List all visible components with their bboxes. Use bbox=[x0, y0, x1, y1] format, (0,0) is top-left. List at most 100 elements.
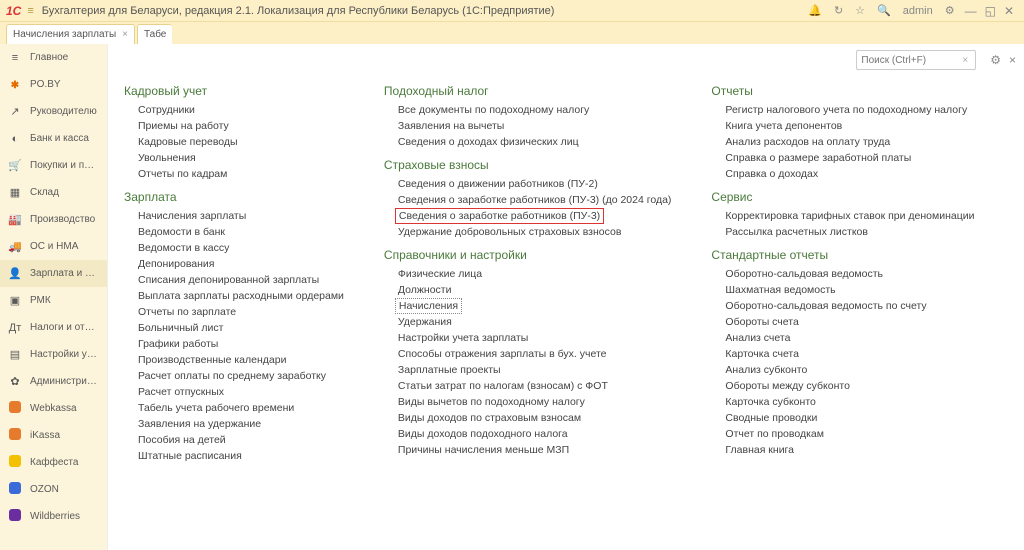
sidebar-item[interactable]: Webkassa bbox=[0, 395, 107, 422]
nav-link[interactable]: Физические лица bbox=[398, 266, 672, 282]
tab[interactable]: Табе bbox=[137, 24, 172, 44]
nav-link[interactable]: Карточка субконто bbox=[725, 394, 974, 410]
sidebar-item[interactable]: ▦Склад bbox=[0, 179, 107, 206]
search-input[interactable] bbox=[856, 50, 976, 70]
nav-link[interactable]: Обороты счета bbox=[725, 314, 974, 330]
sidebar-item[interactable]: ↗Руководителю bbox=[0, 98, 107, 125]
close-icon[interactable]: × bbox=[122, 29, 128, 40]
nav-link[interactable]: Рассылка расчетных листков bbox=[725, 224, 974, 240]
sidebar-item[interactable]: 🚚ОС и НМА bbox=[0, 233, 107, 260]
nav-link[interactable]: Настройки учета зарплаты bbox=[398, 330, 672, 346]
nav-link[interactable]: Главная книга bbox=[725, 442, 974, 458]
bell-icon[interactable]: 🔔 bbox=[808, 4, 822, 17]
nav-link[interactable]: Сотрудники bbox=[138, 102, 344, 118]
close-panel-icon[interactable]: × bbox=[1009, 53, 1016, 67]
nav-link[interactable]: Приемы на работу bbox=[138, 118, 344, 134]
nav-link[interactable]: Удержания bbox=[398, 314, 672, 330]
nav-link[interactable]: Причины начисления меньше МЗП bbox=[398, 442, 672, 458]
nav-link[interactable]: Отчет по проводкам bbox=[725, 426, 974, 442]
nav-link[interactable]: Табель учета рабочего времени bbox=[138, 400, 344, 416]
nav-link[interactable]: Выплата зарплаты расходными ордерами bbox=[138, 288, 344, 304]
nav-link[interactable]: Способы отражения зарплаты в бух. учете bbox=[398, 346, 672, 362]
sidebar-item[interactable]: ДтНалоги и отчетность bbox=[0, 314, 107, 341]
nav-link[interactable]: Кадровые переводы bbox=[138, 134, 344, 150]
history-icon[interactable]: ↻ bbox=[834, 4, 843, 17]
nav-link[interactable]: Расчет оплаты по среднему заработку bbox=[138, 368, 344, 384]
sidebar-item[interactable]: ✱PO.BY bbox=[0, 71, 107, 98]
nav-link[interactable]: Корректировка тарифных ставок при деноми… bbox=[725, 208, 974, 224]
nav-link[interactable]: Все документы по подоходному налогу bbox=[398, 102, 672, 118]
sidebar-item[interactable]: ✿Администрирование bbox=[0, 368, 107, 395]
nav-link[interactable]: Должности bbox=[398, 282, 672, 298]
user-label[interactable]: admin bbox=[903, 5, 933, 17]
sidebar-item[interactable]: OZON bbox=[0, 476, 107, 503]
nav-link[interactable]: Виды доходов подоходного налога bbox=[398, 426, 672, 442]
gear-icon[interactable]: ⚙ bbox=[990, 53, 1001, 67]
nav-link[interactable]: Пособия на детей bbox=[138, 432, 344, 448]
nav-link[interactable]: Больничный лист bbox=[138, 320, 344, 336]
nav-link[interactable]: Увольнения bbox=[138, 150, 344, 166]
nav-link[interactable]: Зарплатные проекты bbox=[398, 362, 672, 378]
sidebar-item[interactable]: 🏭Производство bbox=[0, 206, 107, 233]
hamburger-icon[interactable]: ≡ bbox=[27, 5, 33, 17]
nav-link[interactable]: Начисления зарплаты bbox=[138, 208, 344, 224]
sidebar-item[interactable]: Wildberries bbox=[0, 503, 107, 530]
nav-link[interactable]: Шахматная ведомость bbox=[725, 282, 974, 298]
nav-link[interactable]: Заявления на удержание bbox=[138, 416, 344, 432]
nav-link[interactable]: Виды доходов по страховым взносам bbox=[398, 410, 672, 426]
nav-link[interactable]: Расчет отпускных bbox=[138, 384, 344, 400]
nav-link[interactable]: Депонирования bbox=[138, 256, 344, 272]
clear-search-icon[interactable]: × bbox=[962, 55, 968, 66]
section-heading[interactable]: Страховые взносы bbox=[384, 158, 672, 172]
nav-link[interactable]: Удержание добровольных страховых взносов bbox=[398, 224, 672, 240]
section-heading[interactable]: Отчеты bbox=[711, 84, 974, 98]
nav-link[interactable]: Графики работы bbox=[138, 336, 344, 352]
sidebar-item[interactable]: iKassa bbox=[0, 422, 107, 449]
nav-link[interactable]: Производственные календари bbox=[138, 352, 344, 368]
nav-link[interactable]: Отчеты по кадрам bbox=[138, 166, 344, 182]
nav-link[interactable]: Ведомости в кассу bbox=[138, 240, 344, 256]
nav-link[interactable]: Анализ субконто bbox=[725, 362, 974, 378]
nav-link[interactable]: Ведомости в банк bbox=[138, 224, 344, 240]
nav-link[interactable]: Виды вычетов по подоходному налогу bbox=[398, 394, 672, 410]
nav-link[interactable]: Анализ расходов на оплату труда bbox=[725, 134, 974, 150]
sidebar-item[interactable]: ≡Главное bbox=[0, 44, 107, 71]
settings-icon[interactable]: ⚙ bbox=[945, 4, 955, 17]
nav-link[interactable]: Сведения о доходах физических лиц bbox=[398, 134, 672, 150]
sidebar-item[interactable]: 👤Зарплата и кадры bbox=[0, 260, 107, 287]
nav-link[interactable]: Отчеты по зарплате bbox=[138, 304, 344, 320]
section-heading[interactable]: Подоходный налог bbox=[384, 84, 672, 98]
nav-link[interactable]: Сведения о заработке работников (ПУ-3) (… bbox=[398, 192, 672, 208]
nav-link[interactable]: Списания депонированной зарплаты bbox=[138, 272, 344, 288]
nav-link[interactable]: Сведения о движении работников (ПУ-2) bbox=[398, 176, 672, 192]
section-heading[interactable]: Справочники и настройки bbox=[384, 248, 672, 262]
window-close[interactable]: ✕ bbox=[1004, 4, 1014, 18]
nav-link[interactable]: Штатные расписания bbox=[138, 448, 344, 464]
star-icon[interactable]: ☆ bbox=[855, 4, 865, 17]
window-minimize[interactable]: — bbox=[965, 4, 977, 18]
sidebar-item[interactable]: ▤Настройки учета bbox=[0, 341, 107, 368]
nav-link[interactable]: Статьи затрат по налогам (взносам) с ФОТ bbox=[398, 378, 672, 394]
nav-link[interactable]: Начисления bbox=[395, 298, 462, 314]
window-restore[interactable]: ◱ bbox=[985, 4, 996, 18]
search-icon[interactable]: 🔍 bbox=[877, 4, 891, 17]
tab[interactable]: Начисления зарплаты × bbox=[6, 24, 135, 44]
section-heading[interactable]: Зарплата bbox=[124, 190, 344, 204]
sidebar-item[interactable]: Каффеста bbox=[0, 449, 107, 476]
nav-link[interactable]: Сводные проводки bbox=[725, 410, 974, 426]
section-heading[interactable]: Кадровый учет bbox=[124, 84, 344, 98]
nav-link[interactable]: Сведения о заработке работников (ПУ-3) bbox=[395, 208, 604, 224]
nav-link[interactable]: Карточка счета bbox=[725, 346, 974, 362]
nav-link[interactable]: Справка о доходах bbox=[725, 166, 974, 182]
nav-link[interactable]: Книга учета депонентов bbox=[725, 118, 974, 134]
section-heading[interactable]: Стандартные отчеты bbox=[711, 248, 974, 262]
sidebar-item[interactable]: ▣РМК bbox=[0, 287, 107, 314]
nav-link[interactable]: Обороты между субконто bbox=[725, 378, 974, 394]
nav-link[interactable]: Справка о размере заработной платы bbox=[725, 150, 974, 166]
nav-link[interactable]: Анализ счета bbox=[725, 330, 974, 346]
nav-link[interactable]: Оборотно-сальдовая ведомость bbox=[725, 266, 974, 282]
sidebar-item[interactable]: 🛒Покупки и продажи bbox=[0, 152, 107, 179]
section-heading[interactable]: Сервис bbox=[711, 190, 974, 204]
nav-link[interactable]: Заявления на вычеты bbox=[398, 118, 672, 134]
sidebar-item[interactable]: ◐Банк и касса bbox=[0, 125, 107, 152]
